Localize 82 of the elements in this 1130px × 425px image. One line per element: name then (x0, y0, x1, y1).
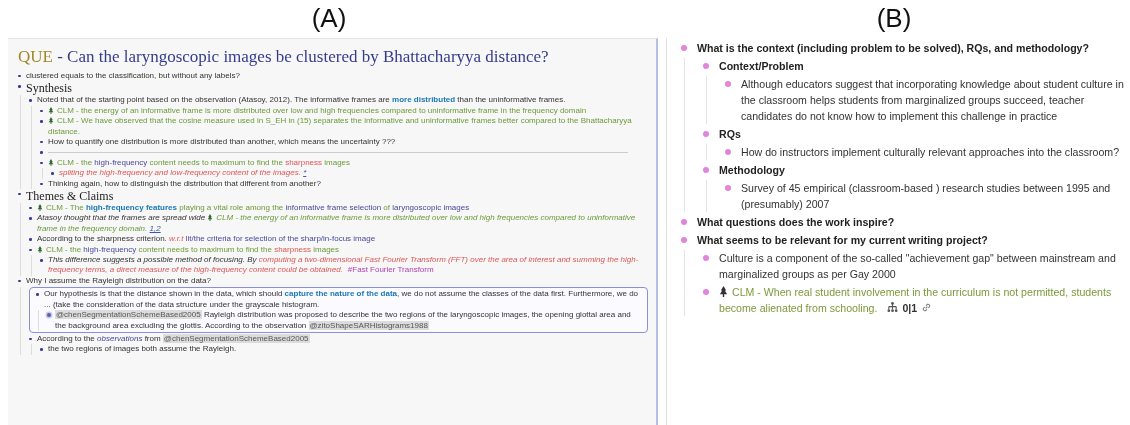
tag-link[interactable]: #Fast Fourier Transform (347, 265, 434, 275)
bullet-dot[interactable] (703, 289, 709, 295)
tree-icon (207, 214, 214, 222)
block-text: This difference suggests a possible method of focusing. By computing a two-dimensional Fast Fourier Transform (FFT) over the area of interest and summing the high-frequency terms, a direct measure of the high-frequency content could be obtained. #Fast Fourier Transform (48, 255, 640, 276)
block-text: How do instructors implement culturally relevant approaches into the classroom? (741, 145, 1120, 160)
tree-icon (37, 204, 43, 212)
block-text: What questions does the work inspire? (697, 215, 895, 230)
bullet-dot[interactable] (40, 120, 43, 123)
bullet-dot[interactable] (29, 217, 32, 220)
bullet-dot[interactable] (29, 99, 32, 102)
panel-label: (A) (311, 4, 347, 32)
citation-link[interactable]: @zitoShapeSARHistograms1988 (308, 320, 429, 330)
reference-link[interactable]: 1,2 (149, 223, 161, 233)
block-text: Culture is a component of the so-called "achievement gap" between mainstream and marginalized groups as per Gay 2000 (719, 251, 1117, 282)
block-text: CLM - We have observed that the cosine measure used in S_EH in (15) separates the informative and uninformative frames better compared to the Bhattacharyya distance. (48, 116, 633, 138)
block-text: Survey of 45 empirical (classroom-based ) research studies between 1995 and (presumably) 2007 (741, 181, 1112, 212)
tree-icon (48, 106, 54, 114)
block-text: CLM - the energy of an informative frame is more distributed over low and high frequencies compared to uninformative frame in the frequency domain (48, 105, 587, 117)
bullet-dot[interactable] (29, 207, 32, 210)
tree-icon (719, 286, 728, 297)
block-text: Why I assume the Rayleigh distribution on the data? (26, 275, 211, 287)
reference-link[interactable]: * (303, 168, 307, 178)
block-text: RQs (719, 127, 741, 142)
bullet-dot[interactable] (51, 172, 54, 175)
block-text: Atasoy thought that the frames are spread wide CLM - the energy of an informative frame is more distributed over low and high frequencies compared to uninformative frame in the frequency domain. 1,2 (37, 213, 637, 235)
bullet-dot[interactable] (725, 81, 731, 87)
bullet-dot[interactable] (18, 279, 21, 283)
bullet-dot[interactable] (29, 248, 32, 252)
link-icon[interactable] (921, 302, 933, 313)
bullet-dot[interactable] (40, 140, 43, 144)
block-text: CLM - When real student involvement in the curriculum is not permitted, students become alienated from schooling. 0|1 (719, 285, 1113, 316)
bullet-dot[interactable] (703, 167, 709, 173)
bullet-dot[interactable] (40, 151, 43, 154)
tree-icon (37, 245, 43, 253)
block-text: How to quantify one distribution is more distributed than another, which means the uncertainty ??? (48, 137, 396, 148)
citation-link[interactable]: @chenSegmentationSchemeBased2005 (162, 333, 310, 343)
bullet-dot[interactable] (29, 337, 32, 341)
hierarchy-icon (887, 302, 899, 313)
block-text: Context/Problem (719, 59, 804, 74)
block-text: the two regions of images both assume the Rayleigh. (48, 344, 237, 355)
section-heading: Themes & Claims (26, 189, 114, 204)
block-text: Methodology (719, 163, 785, 178)
bullet-dot[interactable] (681, 237, 687, 243)
block-text: What seems to be relevant for my current writing project? (697, 233, 988, 248)
reference-count: 0|1 (902, 302, 918, 314)
block-text: According to the observations from @chenSegmentationSchemeBased2005 (37, 333, 310, 345)
bullet-dot[interactable] (18, 85, 21, 88)
bullet-dot[interactable] (47, 313, 51, 318)
tree-icon (48, 158, 54, 166)
tree-icon (48, 117, 54, 125)
bullet-dot[interactable] (29, 238, 32, 241)
block-text: Our hypothesis is that the distance shown in the data, which should capture the nature of the data, we do not assume the classes of the data first. Furthermore, we do ... (take the consideration of the data structure under the grayscale histogram. (44, 289, 640, 311)
citation-link[interactable]: @chenSegmentationSchemeBased2005 (55, 310, 202, 320)
block-text: CLM - the high-frequency content needs to maximum to find the sharpness images (37, 244, 340, 256)
bullet-dot[interactable] (18, 193, 21, 196)
block-text: What is the context (including problem to be solved), RQs, and methodology? (697, 41, 1089, 56)
block-text: CLM - The high-frequency features playing a vital role among the informative frame selection of laryngoscopic images (37, 203, 470, 214)
bullet-dot[interactable] (36, 293, 39, 296)
bullet-dot[interactable] (40, 182, 43, 186)
block-text: CLM - the high-frequency content needs to maximum to find the sharpness images (48, 157, 351, 169)
bullet-dot[interactable] (681, 45, 687, 51)
block-text: clustered equals to the classification, but without any labels? (26, 71, 240, 82)
block-text: Thinking again, how to distinguish the distribution that different from another? (48, 178, 321, 190)
bullet-dot[interactable] (40, 348, 43, 351)
block-text: @chenSegmentationSchemeBased2005 Rayleigh distribution was proposed to describe the two regions of the laryngoscopic images, the opening glottal area and the background area excluding the glottis. According to the observation @zitoShapeSARHistograms1988 (55, 310, 632, 331)
block-text: Although educators suggest that incorporating knowledge about student culture in the classroom helps students from marginalized groups succeed, teacher candidates do not know how to implement this challenge in practice (741, 77, 1125, 124)
bullet-dot[interactable] (40, 259, 43, 262)
block-text: Noted that of the starting point based on the observation (Atasoy, 2012). The informative frames are more distributed than the uninformative frames. (37, 95, 566, 106)
page-title: QUE - Can the laryngoscopic images be clustered by Bhattacharyya distance? (18, 47, 550, 67)
bullet-dot[interactable] (725, 185, 731, 191)
bullet-dot[interactable] (703, 131, 709, 137)
bullet-dot[interactable] (703, 63, 709, 69)
bullet-dot[interactable] (681, 219, 687, 225)
section-heading: Synthesis (26, 81, 72, 96)
bullet-dot[interactable] (725, 149, 731, 155)
bullet-dot[interactable] (18, 74, 21, 78)
block-text: According to the sharpness criterion. w.r.t lit/the criteria for selection of the sharp/in-focus image (37, 234, 376, 245)
block-text: spliting the high-frequency and low-frequency content of the images. * (59, 168, 307, 179)
bullet-dot[interactable] (703, 255, 709, 261)
bullet-dot[interactable] (40, 161, 43, 165)
bullet-dot[interactable] (40, 109, 43, 113)
panel-label: (B) (876, 4, 912, 32)
